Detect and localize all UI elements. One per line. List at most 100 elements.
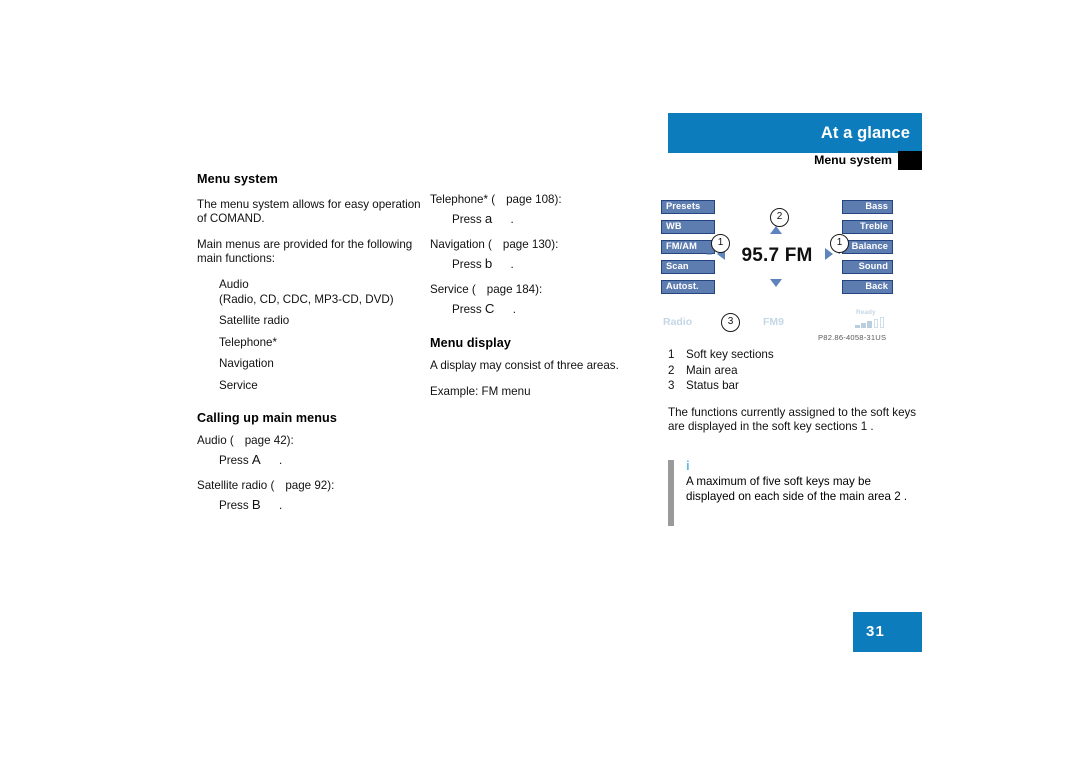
legend-item: 1 Soft key sections (668, 348, 918, 363)
step-prefix: Press (452, 212, 482, 226)
soft-key-scan[interactable]: Scan (661, 260, 715, 274)
lead-suffix: page 130): (502, 238, 559, 252)
call-entry-step: Press C. (430, 300, 648, 318)
step-prefix: Press (452, 257, 482, 271)
call-entry-lead: Audio ( page 42): (197, 434, 422, 449)
step-suffix: . (278, 498, 283, 512)
page-number: 31 (866, 623, 886, 640)
left-paragraph-2: Main menus are provided for the followin… (197, 237, 413, 266)
legend-label: Main area (686, 363, 738, 377)
callout-main-area: 2 (770, 208, 789, 227)
step-prefix: Press (452, 302, 482, 316)
soft-key-presets[interactable]: Presets (661, 200, 715, 214)
lead-suffix: page 108): (506, 193, 562, 206)
step-suffix: . (278, 453, 283, 467)
note-text: A maximum of five soft keys may be displ… (686, 475, 918, 504)
legend-item: 2 Main area (668, 364, 918, 379)
key-glyph: a (484, 210, 493, 226)
step-prefix: Press (219, 453, 249, 467)
callout-soft-key-right: 1 (830, 234, 849, 253)
info-note: i A maximum of five soft keys may be dis… (668, 458, 918, 526)
soft-key-balance[interactable]: Balance (842, 240, 893, 254)
soft-key-autostore[interactable]: Autost. (661, 280, 715, 294)
list-item: Service (219, 378, 258, 392)
call-entry-step: Press B. (197, 496, 422, 514)
legend-label: Soft key sections (686, 348, 774, 361)
call-entry-lead: Navigation ( page 130): (430, 238, 648, 253)
legend-number: 1 (668, 348, 675, 361)
function-detail: (Radio, CD, CDC, MP3-CD, DVD) (219, 292, 394, 306)
right-paragraph-end: . (870, 420, 874, 434)
step-suffix: . (510, 257, 514, 271)
key-glyph: A (251, 451, 261, 467)
left-paragraph-1: The menu system allows for easy operatio… (197, 197, 421, 226)
step-suffix: . (512, 302, 516, 316)
call-entry-step: Press a. (430, 210, 648, 228)
call-entry-step: Press A. (197, 451, 422, 469)
soft-key-wb[interactable]: WB (661, 220, 715, 234)
legend-item: 3 Status bar (668, 379, 918, 394)
legend-label: Status bar (686, 379, 739, 393)
legend-number: 3 (668, 379, 675, 393)
step-prefix: Press (219, 498, 249, 512)
call-entry-lead: Telephone* ( page 108): (430, 193, 648, 208)
key-glyph: C (484, 300, 495, 316)
frequency-readout: 95.7 FM (741, 245, 813, 266)
arrow-down-icon[interactable] (770, 279, 782, 287)
right-paragraph: The functions currently assigned to the … (668, 406, 918, 435)
signal-bar-4 (873, 318, 879, 328)
call-entry-step: Press b. (430, 255, 648, 273)
list-item: Satellite radio (219, 314, 290, 328)
signal-bar-3 (867, 320, 872, 328)
soft-key-treble[interactable]: Treble (842, 220, 893, 234)
minus-sign-icon: – (706, 248, 713, 260)
section-header: Menu system (668, 151, 922, 170)
list-item: Telephone* (219, 335, 278, 349)
status-band-label: FM9 (763, 316, 784, 328)
lead-suffix: page 92): (285, 479, 335, 493)
lead-suffix: page 42): (244, 434, 294, 448)
signal-ready-label: Ready (856, 309, 876, 316)
signal-bar-5 (879, 316, 885, 328)
left-heading: Menu system (197, 172, 278, 186)
middle-text-column: Telephone* ( page 108): Press a. Navigati… (430, 193, 648, 399)
right-text-column: 1 Soft key sections 2 Main area 3 Status… (668, 348, 918, 435)
chapter-title: At a glance (820, 124, 910, 142)
lead-prefix: Telephone* ( (430, 193, 496, 206)
signal-strength-indicator: Ready (855, 309, 893, 329)
chapter-header-band: At a glance (668, 113, 922, 153)
call-entry-lead: Service (page 184): (430, 283, 648, 298)
arrow-up-icon[interactable] (770, 226, 782, 234)
function-name: Audio (219, 277, 249, 291)
key-glyph: B (251, 496, 261, 512)
figure-legend: 1 Soft key sections 2 Main area 3 Status… (668, 348, 918, 394)
chapter-tab-marker (898, 151, 922, 170)
middle-paragraph-2: Example: FM menu (430, 384, 531, 398)
status-source-label: Radio (663, 316, 693, 328)
soft-key-back[interactable]: Back (842, 280, 893, 294)
legend-number: 2 (668, 363, 675, 377)
note-text-body: A maximum of five soft keys may be displ… (686, 475, 891, 503)
signal-bar-2 (861, 322, 866, 328)
inline-callout-ref: 2 (894, 489, 901, 503)
signal-bars (855, 316, 885, 328)
left-subheading: Calling up main menus (197, 410, 337, 425)
callout-soft-key-left: 1 (711, 234, 730, 253)
step-suffix: . (510, 212, 514, 226)
signal-bar-1 (855, 324, 860, 328)
soft-key-sound[interactable]: Sound (842, 260, 893, 274)
right-paragraph-text: The functions currently assigned to the … (668, 405, 917, 434)
lead-prefix: Audio ( (197, 434, 234, 448)
main-functions-list: Audio (Radio, CD, CDC, MP3-CD, DVD) Sate… (197, 278, 422, 394)
left-text-column: Menu system The menu system allows for e… (197, 172, 422, 525)
middle-subheading: Menu display (430, 335, 511, 350)
lead-prefix: Service ( (430, 283, 476, 297)
figure-reference-code: P82.86-4058-31US (818, 333, 887, 342)
callout-status-bar: 3 (721, 313, 740, 332)
page-number-block: 31 (853, 612, 922, 652)
soft-key-bass[interactable]: Bass (842, 200, 893, 214)
section-title: Menu system (814, 153, 892, 167)
key-glyph: b (484, 255, 493, 271)
lead-prefix: Navigation ( (430, 238, 492, 252)
info-icon: i (686, 458, 690, 473)
